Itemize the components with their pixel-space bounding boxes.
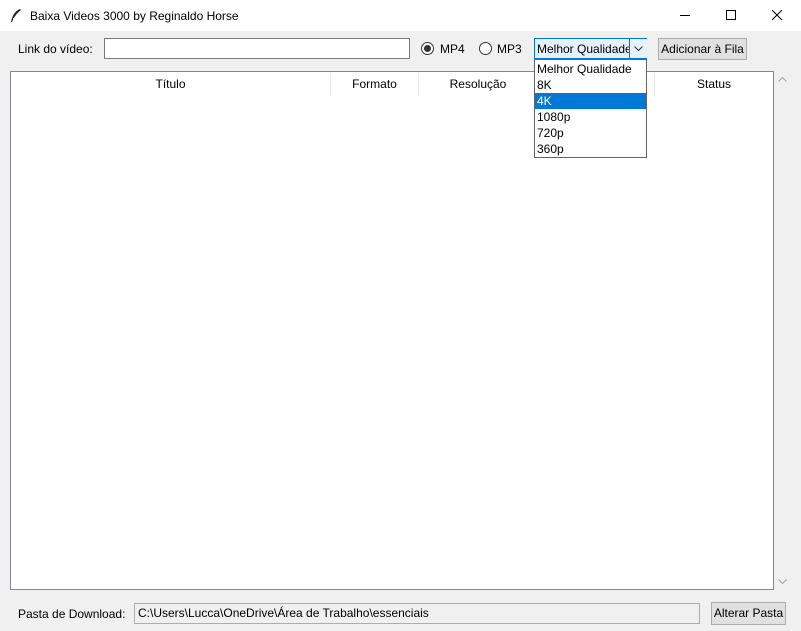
column-header-resolution[interactable]: Resolução: [419, 72, 537, 96]
scroll-down-button[interactable]: [774, 573, 791, 590]
table-header: Título Formato Resolução Status: [11, 72, 773, 96]
window-title: Baixa Videos 3000 by Reginaldo Horse: [30, 9, 239, 23]
close-icon: [772, 10, 783, 21]
feather-icon: [10, 8, 22, 23]
chevron-down-icon: [634, 46, 643, 52]
download-folder-field[interactable]: C:\Users\Lucca\OneDrive\Área de Trabalho…: [134, 603, 700, 624]
quality-combobox[interactable]: Melhor Qualidade: [534, 38, 647, 59]
mp4-label[interactable]: MP4: [440, 42, 465, 56]
radio-selected-dot: [424, 45, 431, 52]
column-header-title[interactable]: Título: [11, 72, 330, 96]
scroll-up-button[interactable]: [774, 71, 791, 88]
queue-table[interactable]: Título Formato Resolução Status: [10, 71, 774, 590]
minimize-icon: [680, 15, 690, 16]
chevron-up-icon: [778, 77, 787, 82]
link-label: Link do vídeo:: [18, 42, 93, 56]
quality-value: Melhor Qualidade: [537, 42, 632, 56]
quality-option[interactable]: Melhor Qualidade: [535, 61, 646, 77]
maximize-button[interactable]: [709, 0, 755, 31]
column-header-status[interactable]: Status: [655, 72, 773, 96]
quality-dropdown-list[interactable]: Melhor Qualidade 8K 4K 1080p 720p 360p: [534, 59, 647, 158]
chevron-down-icon: [778, 579, 787, 584]
add-to-queue-button[interactable]: Adicionar à Fila: [658, 38, 747, 60]
mp3-radio[interactable]: [479, 42, 492, 55]
quality-option[interactable]: 8K: [535, 77, 646, 93]
quality-option[interactable]: 1080p: [535, 109, 646, 125]
title-bar[interactable]: Baixa Videos 3000 by Reginaldo Horse: [0, 0, 801, 31]
mp3-label[interactable]: MP3: [497, 42, 522, 56]
minimize-button[interactable]: [663, 0, 709, 31]
quality-dropdown-button[interactable]: [629, 39, 647, 58]
quality-option-highlighted[interactable]: 4K: [535, 93, 646, 109]
maximize-icon: [726, 10, 736, 20]
download-folder-label: Pasta de Download:: [18, 607, 126, 621]
change-folder-button[interactable]: Alterar Pasta: [711, 602, 786, 625]
mp4-radio[interactable]: [421, 42, 434, 55]
quality-option[interactable]: 720p: [535, 125, 646, 141]
link-input[interactable]: [104, 38, 410, 59]
vertical-scrollbar[interactable]: [774, 71, 791, 590]
quality-option[interactable]: 360p: [535, 141, 646, 157]
close-button[interactable]: [755, 0, 801, 31]
column-header-format[interactable]: Formato: [331, 72, 418, 96]
